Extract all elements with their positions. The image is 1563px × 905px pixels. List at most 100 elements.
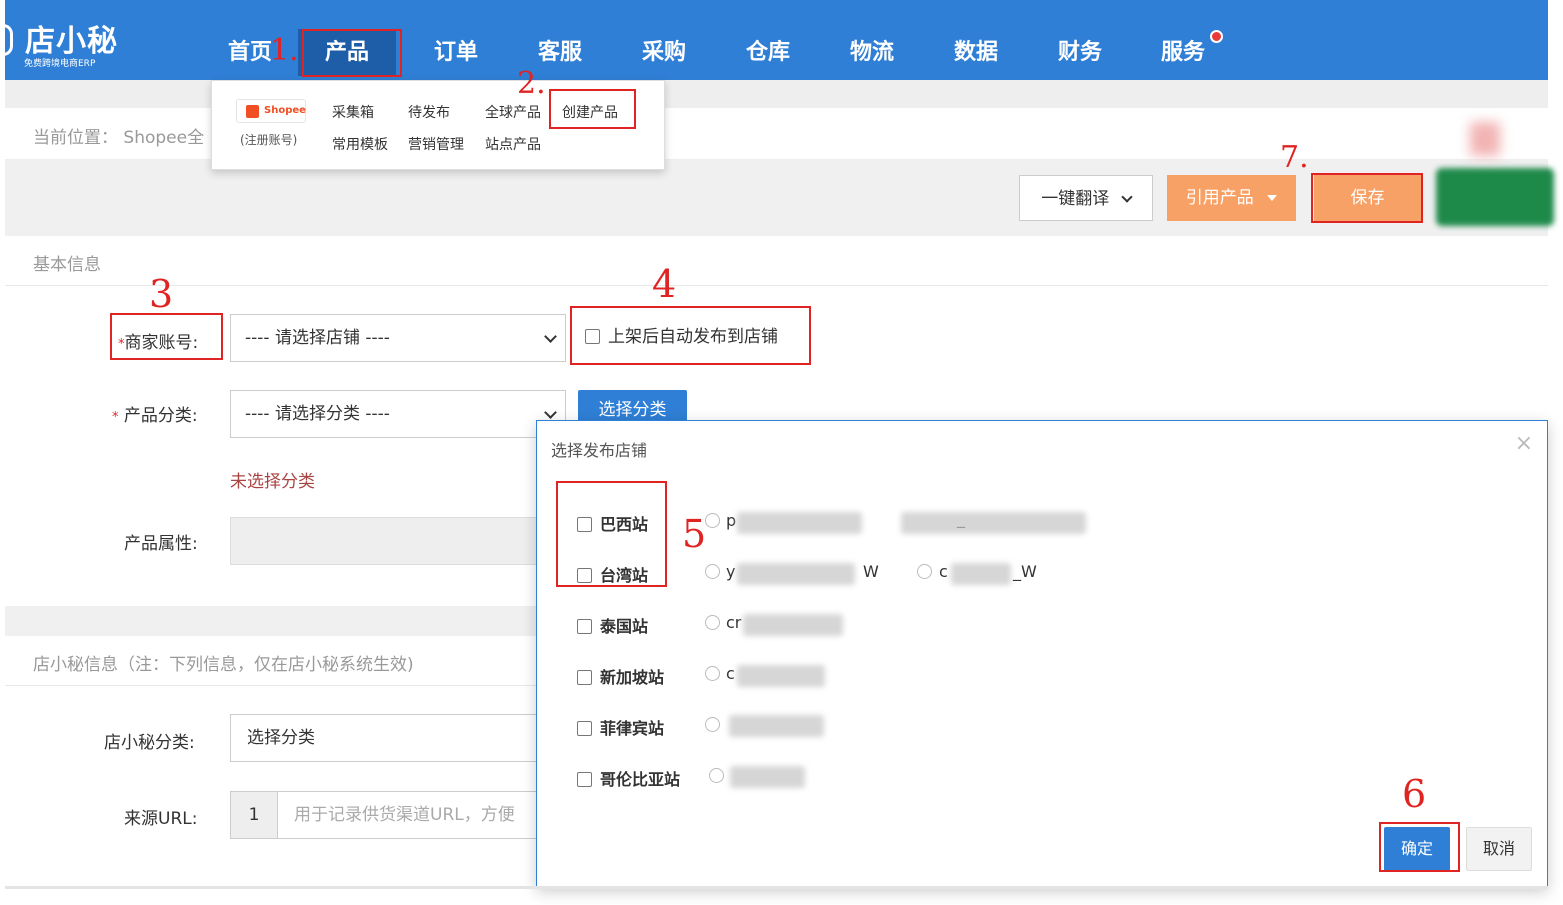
nav-purchase[interactable]: 采购	[642, 34, 686, 66]
page-bottom-border	[5, 886, 1548, 889]
logo-mark-icon	[3, 24, 13, 56]
auto-publish-label: 上架后自动发布到店铺	[608, 327, 778, 347]
merchant-account-label: *商家账号:	[118, 333, 199, 353]
checkbox-icon[interactable]	[577, 619, 592, 634]
site-checkbox-brazil[interactable]: 巴西站	[577, 511, 648, 535]
menu-pending-publish[interactable]: 待发布	[408, 102, 450, 122]
redacted-shop-name	[743, 614, 843, 636]
logo-subtitle: 免费跨境电商ERP	[24, 59, 96, 69]
shop-radio[interactable]	[705, 564, 720, 579]
chevron-down-icon	[544, 330, 557, 343]
nav-finance[interactable]: 财务	[1058, 34, 1102, 66]
auto-publish-checkbox[interactable]: 上架后自动发布到店铺	[585, 322, 778, 347]
checkbox-icon[interactable]	[577, 568, 592, 583]
close-icon[interactable]: ×	[1515, 431, 1533, 456]
dxm-info-title: 店小秘信息（注：下列信息，仅在店小秘系统生效)	[33, 655, 414, 675]
product-category-placeholder: ---- 请选择分类 ----	[245, 404, 390, 424]
redacted-button[interactable]	[1436, 168, 1554, 226]
site-checkbox-philippines[interactable]: 菲律宾站	[577, 715, 664, 739]
menu-create-product[interactable]: 创建产品	[562, 102, 618, 122]
chevron-down-icon	[1121, 191, 1133, 203]
checkbox-icon[interactable]	[577, 517, 592, 532]
cancel-button[interactable]: 取消	[1466, 827, 1532, 871]
caret-down-icon	[1267, 195, 1278, 201]
checkbox-icon[interactable]	[577, 721, 592, 736]
nav-services[interactable]: 服务	[1161, 34, 1205, 66]
checkbox-icon[interactable]	[577, 772, 592, 787]
shop-name-fragment: W	[863, 562, 879, 581]
product-dropdown-menu: Shopee (注册账号) 采集箱 待发布 全球产品 创建产品 常用模板 营销管…	[211, 80, 665, 170]
redacted-shop-name	[737, 512, 862, 534]
redacted-shop-name	[737, 665, 825, 687]
shopee-logo-text: Shopee	[264, 105, 306, 116]
shop-radio[interactable]	[709, 768, 724, 783]
required-asterisk: *	[112, 410, 119, 425]
product-category-select[interactable]: ---- 请选择分类 ----	[230, 390, 566, 438]
nav-products[interactable]: 产品	[298, 29, 396, 76]
product-attributes-label: 产品属性:	[124, 534, 198, 554]
shop-radio[interactable]	[705, 615, 720, 630]
nav-data[interactable]: 数据	[954, 34, 998, 66]
product-attributes-box	[230, 517, 540, 565]
basic-info-section-title: 基本信息	[5, 236, 1548, 286]
checkbox-icon[interactable]	[585, 329, 600, 344]
redacted-shop-name	[730, 766, 805, 788]
source-url-label: 来源URL:	[124, 809, 198, 829]
nav-home[interactable]: 首页	[228, 34, 272, 66]
site-checkbox-colombia[interactable]: 哥伦比亚站	[577, 766, 680, 790]
shopee-register-note[interactable]: (注册账号)	[240, 131, 297, 148]
shopee-bag-icon	[246, 105, 259, 118]
merchant-account-select[interactable]: ---- 请选择店铺 ----	[230, 314, 566, 362]
source-url-input[interactable]: 用于记录供货渠道URL，方便	[277, 791, 540, 839]
shop-name-fragment: p	[726, 511, 737, 530]
shop-radio[interactable]	[917, 564, 932, 579]
translate-button[interactable]: 一键翻译	[1019, 175, 1153, 221]
nav-logistics[interactable]: 物流	[850, 34, 894, 66]
checkbox-icon[interactable]	[577, 670, 592, 685]
save-button-label: 保存	[1350, 188, 1385, 208]
merchant-account-placeholder: ---- 请选择店铺 ----	[245, 328, 390, 348]
dxm-category-value: 选择分类	[247, 728, 315, 748]
shop-name-fragment: _W	[1013, 562, 1037, 581]
breadcrumb-text: 当前位置： Shopee全	[33, 128, 205, 148]
cite-product-button[interactable]: 引用产品	[1167, 175, 1296, 221]
nav-customer-service[interactable]: 客服	[538, 34, 582, 66]
site-checkbox-thailand[interactable]: 泰国站	[577, 613, 648, 637]
confirm-button[interactable]: 确定	[1384, 827, 1450, 871]
shopee-logo[interactable]: Shopee	[236, 99, 306, 123]
translate-button-label: 一键翻译	[1041, 189, 1110, 209]
shop-name-fragment: _	[957, 509, 965, 528]
menu-collection-box[interactable]: 采集箱	[332, 102, 374, 122]
shop-radio[interactable]	[705, 513, 720, 528]
logo-text: 店小秘	[25, 24, 118, 59]
no-category-text: 未选择分类	[230, 472, 315, 492]
shop-radio[interactable]	[705, 717, 720, 732]
menu-global-products[interactable]: 全球产品	[485, 102, 541, 122]
logo[interactable]: 店小秘 免费跨境电商ERP	[3, 16, 130, 71]
dxm-category-input[interactable]: 选择分类	[230, 714, 540, 762]
notification-dot-icon	[1210, 30, 1223, 43]
site-checkbox-taiwan[interactable]: 台湾站	[577, 562, 648, 586]
site-checkbox-singapore[interactable]: 新加坡站	[577, 664, 664, 688]
menu-marketing[interactable]: 营销管理	[408, 134, 464, 154]
chevron-down-icon	[544, 406, 557, 419]
dxm-category-label: 店小秘分类:	[104, 733, 195, 753]
nav-products-active[interactable]: 产品	[298, 29, 396, 76]
shop-name-fragment: c	[939, 562, 948, 581]
source-url-index: 1	[230, 791, 278, 839]
menu-site-products[interactable]: 站点产品	[485, 134, 541, 154]
product-category-label: * 产品分类:	[112, 406, 198, 426]
nav-warehouse[interactable]: 仓库	[746, 34, 790, 66]
redacted-shop-name	[951, 563, 1011, 585]
shop-name-fragment: c	[726, 664, 735, 683]
menu-common-templates[interactable]: 常用模板	[332, 134, 388, 154]
nav-orders[interactable]: 订单	[434, 34, 478, 66]
save-button[interactable]: 保存	[1314, 175, 1421, 221]
shop-radio[interactable]	[705, 666, 720, 681]
select-shop-modal: 选择发布店铺 × 巴西站 台湾站 泰国站 新加坡站 菲律宾站 哥伦比亚站 p _…	[536, 420, 1548, 888]
source-url-placeholder: 用于记录供货渠道URL，方便	[294, 805, 515, 825]
redacted-shop-name	[737, 563, 855, 585]
redacted-annotation	[1470, 122, 1500, 156]
shop-name-fragment: y	[726, 562, 736, 581]
redacted-shop-name	[729, 715, 824, 737]
